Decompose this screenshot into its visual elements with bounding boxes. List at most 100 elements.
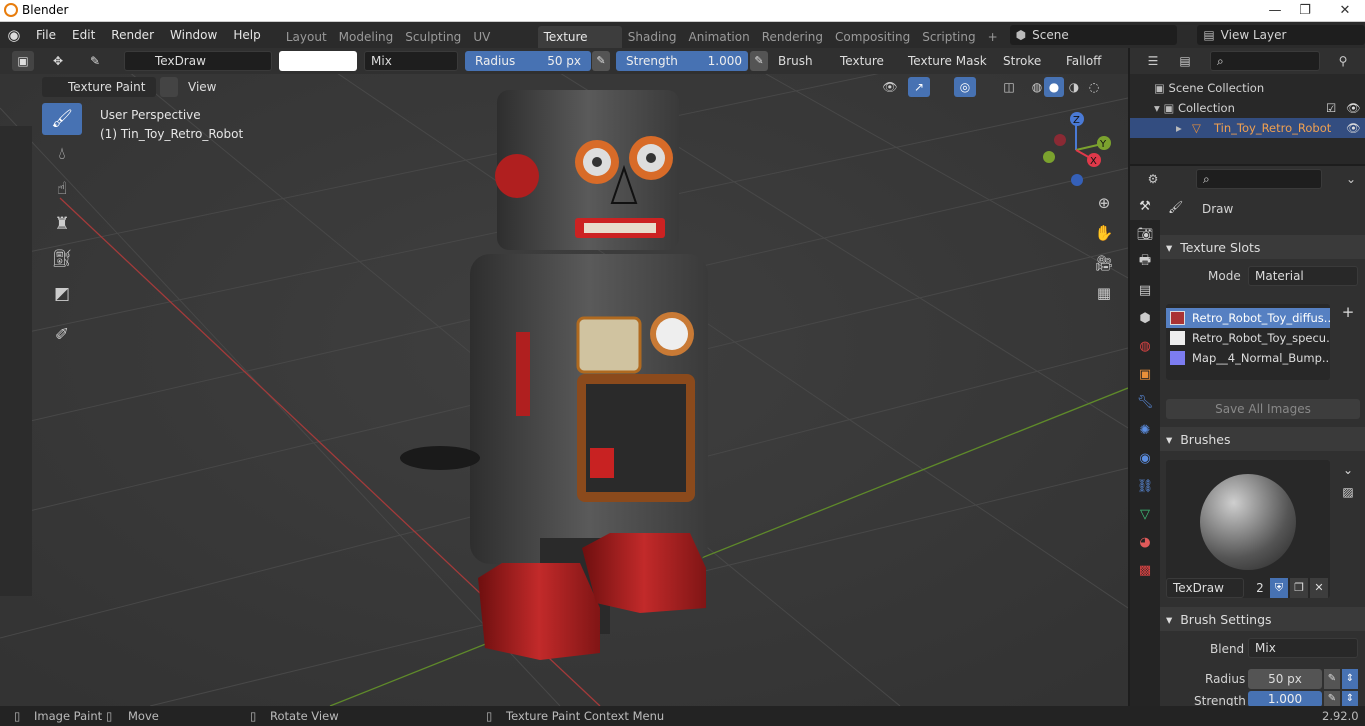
fill-tool-icon[interactable]: ⛽︎ <box>42 243 82 275</box>
radius-slider[interactable]: Radius 50 px <box>465 51 591 71</box>
props-strength-pressure-icon[interactable]: ✎ <box>1324 691 1340 707</box>
unlink-brush-icon[interactable]: ✕ <box>1310 578 1328 598</box>
clone-tool-icon[interactable]: ♜ <box>42 208 82 240</box>
tab-rendering[interactable]: Rendering <box>756 26 829 48</box>
props-strength-unit-icon[interactable]: ⇕ <box>1342 691 1358 707</box>
tab-modeling[interactable]: Modeling <box>333 26 400 48</box>
solid-shading-icon[interactable]: ● <box>1044 77 1064 97</box>
constraints-tab-icon[interactable]: ⛓︎ <box>1130 472 1160 500</box>
add-slot-icon[interactable]: + <box>1338 302 1358 322</box>
tab-animation[interactable]: Animation <box>683 26 756 48</box>
blend-dropdown[interactable]: Mix <box>1248 638 1358 658</box>
object-tab-icon[interactable]: ▣ <box>1130 360 1160 388</box>
texture-slot-normal[interactable]: Map__4_Normal_Bump... <box>1166 348 1330 368</box>
texture-slot-diffuse[interactable]: Retro_Robot_Toy_diffus... <box>1166 308 1330 328</box>
properties-options-icon[interactable]: ⌄ <box>1342 169 1360 189</box>
view-layer-tab-icon[interactable]: ▤ <box>1130 276 1160 304</box>
navigation-gizmo[interactable]: Z Y X <box>1036 108 1116 188</box>
texture-tab-icon[interactable]: ▩ <box>1130 556 1160 584</box>
duplicate-brush-icon[interactable]: ❐ <box>1290 578 1308 598</box>
props-strength-field[interactable]: 1.000 <box>1248 691 1322 707</box>
mask-tool-icon[interactable]: ◩ <box>42 278 82 310</box>
render-tab-icon[interactable]: 📷︎ <box>1130 220 1160 248</box>
strength-slider[interactable]: Strength 1.000 <box>616 51 748 71</box>
radius-pressure-icon[interactable]: ✎ <box>592 51 610 71</box>
brush-name-field[interactable]: TexDraw <box>124 51 272 71</box>
outliner-object-row[interactable]: ▸ ▽ Tin_Toy_Retro_Robot 👁︎ <box>1130 118 1365 138</box>
material-shading-icon[interactable]: ◑ <box>1064 77 1084 97</box>
texture-dropdown[interactable]: Texture <box>840 51 884 71</box>
camera-icon[interactable]: 🎥︎ <box>1092 254 1116 278</box>
props-radius-field[interactable]: 50 px <box>1248 669 1322 689</box>
tool-tab-icon[interactable]: ⚒ <box>1130 192 1160 220</box>
brush-name-field-props[interactable]: TexDraw <box>1166 578 1244 598</box>
tab-texture-paint[interactable]: Texture Paint <box>537 25 622 66</box>
view-layer-selector[interactable]: ▤ View Layer <box>1197 25 1365 45</box>
brushes-section-header[interactable]: ▾ Brushes <box>1160 427 1365 451</box>
outliner-collection[interactable]: ▾ ▣ Collection ☑ 👁︎ <box>1154 98 1365 118</box>
outliner-scene-collection[interactable]: ▣ Scene Collection <box>1154 78 1264 98</box>
texture-slot-specular[interactable]: Retro_Robot_Toy_specu... <box>1166 328 1330 348</box>
world-tab-icon[interactable]: ◍ <box>1130 332 1160 360</box>
output-tab-icon[interactable]: 🖶︎ <box>1130 248 1160 276</box>
tab-shading[interactable]: Shading <box>622 26 683 48</box>
zoom-icon[interactable]: ⊕ <box>1092 194 1116 218</box>
modifier-tab-icon[interactable]: 🔧︎ <box>1130 388 1160 416</box>
xray-icon[interactable]: ◫ <box>998 77 1020 97</box>
close-icon[interactable]: ✕ <box>1325 0 1365 20</box>
view-menu[interactable]: View <box>188 77 216 97</box>
display-mode-icon[interactable]: ▤ <box>1170 51 1200 71</box>
tool-settings-icon[interactable]: ✥ <box>44 51 72 71</box>
data-tab-icon[interactable]: ▽ <box>1130 500 1160 528</box>
tab-layout[interactable]: Layout <box>280 26 333 48</box>
overlay-toggle-icon[interactable]: ◎ <box>954 77 976 97</box>
ortho-grid-icon[interactable]: ▦ <box>1092 284 1116 308</box>
menu-render[interactable]: Render <box>103 22 162 48</box>
outliner-search-input[interactable]: ⌕ <box>1210 51 1320 71</box>
maximize-icon[interactable]: ❐ <box>1290 0 1320 20</box>
brush-settings-section-header[interactable]: ▾ Brush Settings <box>1160 607 1365 631</box>
material-tab-icon[interactable]: ◕ <box>1130 528 1160 556</box>
fake-user-icon[interactable]: ⛨ <box>1270 578 1288 598</box>
draw-tool-icon[interactable]: 🖌︎ <box>42 103 82 135</box>
props-radius-unit-icon[interactable]: ⇕ <box>1342 669 1358 689</box>
soften-tool-icon[interactable]: 💧︎ <box>42 138 82 170</box>
menu-window[interactable]: Window <box>162 22 225 48</box>
brush-dropdown[interactable]: Brush <box>778 51 813 71</box>
tab-scripting[interactable]: Scripting <box>916 26 981 48</box>
outliner-editor-type-icon[interactable]: ☰ <box>1140 51 1166 71</box>
filter-icon[interactable]: ⚲ <box>1330 51 1356 71</box>
visibility-icon[interactable]: 👁︎ <box>874 77 906 97</box>
editor-type-icon[interactable]: ▣ <box>12 51 34 71</box>
tab-uv-editing[interactable]: UV Editing <box>467 26 537 66</box>
gizmo-toggle-icon[interactable]: ↗ <box>908 77 930 97</box>
collection-visibility-icon[interactable]: 👁︎ <box>1346 98 1361 118</box>
rendered-shading-icon[interactable]: ◌ <box>1084 77 1104 97</box>
smear-tool-icon[interactable]: ☝︎ <box>42 173 82 205</box>
menu-edit[interactable]: Edit <box>64 22 103 48</box>
properties-search-input[interactable]: ⌕ <box>1196 169 1322 189</box>
texture-mask-dropdown[interactable]: Texture Mask <box>908 51 987 71</box>
3d-viewport[interactable]: Z Y X ⊕ ✋ 🎥︎ ▦ User Perspective (1) Tin_… <box>0 48 1128 706</box>
tab-compositing[interactable]: Compositing <box>829 26 916 48</box>
face-mask-toggle[interactable] <box>160 77 178 97</box>
particles-tab-icon[interactable]: ✺ <box>1130 416 1160 444</box>
tab-sculpting[interactable]: Sculpting <box>399 26 467 48</box>
minimize-icon[interactable]: — <box>1260 0 1290 20</box>
object-visibility-icon[interactable]: 👁︎ <box>1346 118 1361 138</box>
scene-tab-icon[interactable]: ⬢ <box>1130 304 1160 332</box>
mode-dropdown[interactable]: Texture Paint <box>42 77 156 97</box>
brush-icon[interactable]: ✎ <box>84 51 106 71</box>
scene-selector[interactable]: ⬢ Scene <box>1009 25 1178 45</box>
mode-dropdown-material[interactable]: Material <box>1248 266 1358 286</box>
falloff-dropdown[interactable]: Falloff <box>1066 51 1101 71</box>
save-all-images-button[interactable]: Save All Images <box>1166 399 1360 419</box>
color-swatch[interactable] <box>279 51 357 71</box>
brush-image-icon[interactable]: ▨ <box>1338 482 1358 502</box>
properties-editor-type-icon[interactable]: ⚙ <box>1140 169 1166 189</box>
props-radius-pressure-icon[interactable]: ✎ <box>1324 669 1340 689</box>
physics-tab-icon[interactable]: ◉ <box>1130 444 1160 472</box>
brush-menu-icon[interactable]: ⌄ <box>1338 460 1358 480</box>
menu-file[interactable]: File <box>28 22 64 48</box>
stroke-dropdown[interactable]: Stroke <box>1003 51 1041 71</box>
